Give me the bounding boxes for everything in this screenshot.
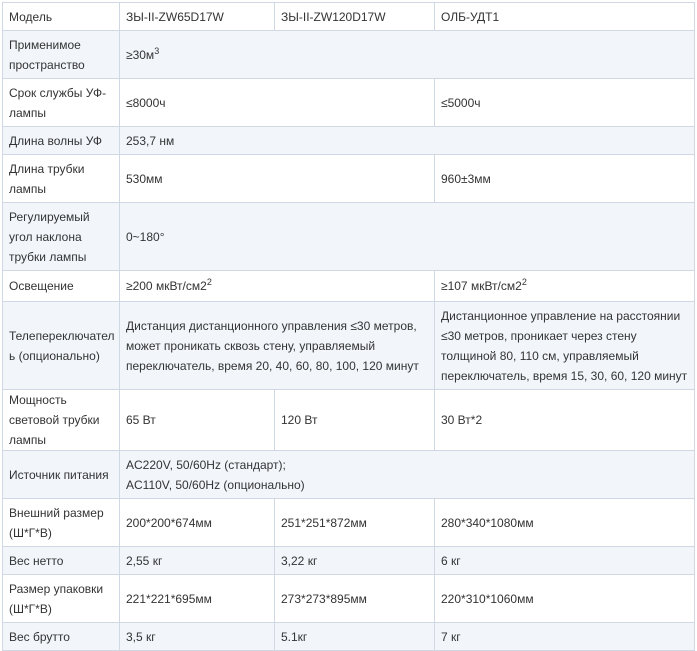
cell-value: ≤8000ч xyxy=(119,78,435,127)
cell-value: ЗЫ-II-ZW120D17W xyxy=(274,2,435,31)
cell-value: 280*340*1080мм xyxy=(434,498,695,547)
row-label: Срок службы УФ-лампы xyxy=(2,78,120,127)
cell-value: 960±3мм xyxy=(434,154,695,203)
row-label: Мощность световой трубки лампы xyxy=(2,389,120,451)
cell-value: 221*221*695мм xyxy=(119,574,275,623)
row-label: Внешний размер (Ш*Г*В) xyxy=(2,498,120,547)
table-row: Модель ЗЫ-II-ZW65D17W ЗЫ-II-ZW120D17W ОЛ… xyxy=(2,2,695,31)
cell-value: ≥30м3 xyxy=(119,30,695,79)
cell-value: 200*200*674мм xyxy=(119,498,275,547)
value-text: ≥107 мкВт/см2 xyxy=(441,279,522,293)
row-label: Размер упаковки (Ш*Г*В) xyxy=(2,574,120,623)
cell-value: Дистанция дистанционного управления ≤30 … xyxy=(119,301,435,390)
cell-value: 65 Вт xyxy=(119,389,275,451)
cell-value: ОЛБ-УДТ1 xyxy=(434,2,695,31)
cell-value: 0~180° xyxy=(119,202,695,271)
table-row: Длина волны УФ 253,7 нм xyxy=(2,126,695,155)
row-label: Применимое пространство xyxy=(2,30,120,79)
cell-value: 7 кг xyxy=(434,622,695,651)
value-text: ≥30м xyxy=(126,47,155,62)
cell-value: 3,5 кг xyxy=(119,622,275,651)
table-row: Телепереключатель (опционально) Дистанци… xyxy=(2,301,695,390)
cell-value: 120 Вт xyxy=(274,389,435,451)
row-label: Вес брутто xyxy=(2,622,120,651)
cell-value: 253,7 нм xyxy=(119,126,695,155)
spec-table: Модель ЗЫ-II-ZW65D17W ЗЫ-II-ZW120D17W ОЛ… xyxy=(2,2,695,651)
table-row: Источник питания AC220V, 50/60Hz (станда… xyxy=(2,450,695,499)
table-row: Регулируемый угол наклона трубки лампы 0… xyxy=(2,202,695,271)
cell-value: ≤5000ч xyxy=(434,78,695,127)
cell-value: 30 Вт*2 xyxy=(434,389,695,451)
row-label: Длина волны УФ xyxy=(2,126,120,155)
table-row: Внешний размер (Ш*Г*В) 200*200*674мм 251… xyxy=(2,498,695,547)
value-text: ≥200 мкВт/см2 xyxy=(126,279,207,293)
cell-value: 530мм xyxy=(119,154,435,203)
row-label: Модель xyxy=(2,2,120,31)
cell-value: ≥107 мкВт/см22 xyxy=(434,270,695,302)
table-row: Вес нетто 2,55 кг 3,22 кг 6 кг xyxy=(2,546,695,575)
table-row: Мощность световой трубки лампы 65 Вт 120… xyxy=(2,389,695,451)
cell-value: 5.1кг xyxy=(274,622,435,651)
cell-value: 2,55 кг xyxy=(119,546,275,575)
cell-value: 220*310*1060мм xyxy=(434,574,695,623)
cell-value: ≥200 мкВт/см22 xyxy=(119,270,435,302)
table-row: Освещение ≥200 мкВт/см22 ≥107 мкВт/см22 xyxy=(2,270,695,302)
row-label: Длина трубки лампы xyxy=(2,154,120,203)
table-row: Длина трубки лампы 530мм 960±3мм xyxy=(2,154,695,203)
value-line: AC110V, 50/60Hz (опционально) xyxy=(126,477,305,492)
cell-value: Дистанционное управление на расстоянии ≤… xyxy=(434,301,695,390)
superscript: 2 xyxy=(521,277,527,287)
superscript: 3 xyxy=(154,45,160,56)
table-row: Применимое пространство ≥30м3 xyxy=(2,30,695,79)
cell-value: AC220V, 50/60Hz (стандарт); AC110V, 50/60… xyxy=(119,450,695,499)
cell-value: 251*251*872мм xyxy=(274,498,435,547)
row-label: Телепереключатель (опционально) xyxy=(2,301,120,390)
table-row: Вес брутто 3,5 кг 5.1кг 7 кг xyxy=(2,622,695,651)
cell-value: 3,22 кг xyxy=(274,546,435,575)
superscript: 2 xyxy=(206,277,212,287)
cell-value: 6 кг xyxy=(434,546,695,575)
cell-value: 273*273*895мм xyxy=(274,574,435,623)
row-label: Вес нетто xyxy=(2,546,120,575)
row-label: Регулируемый угол наклона трубки лампы xyxy=(2,202,120,271)
table-row: Размер упаковки (Ш*Г*В) 221*221*695мм 27… xyxy=(2,574,695,623)
table-row: Срок службы УФ-лампы ≤8000ч ≤5000ч xyxy=(2,78,695,127)
row-label: Освещение xyxy=(2,270,120,302)
value-line: AC220V, 50/60Hz (стандарт); xyxy=(126,457,286,472)
cell-value: ЗЫ-II-ZW65D17W xyxy=(119,2,275,31)
row-label: Источник питания xyxy=(2,450,120,499)
